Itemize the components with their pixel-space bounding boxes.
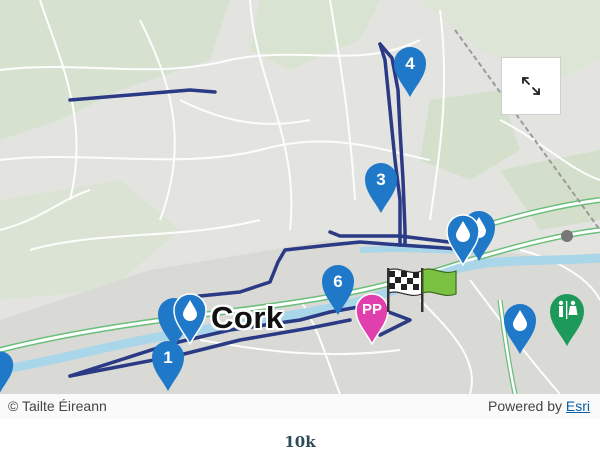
station-dot [561,230,573,242]
marker-label: 3 [376,170,386,189]
water-station-icon [173,293,207,345]
km-marker-3[interactable]: 3 [364,162,398,214]
water-station-icon [446,214,480,266]
km-marker-6[interactable]: 6 [321,264,355,316]
marker-label: 4 [405,54,415,73]
expand-map-button[interactable] [501,57,561,115]
water-station-icon [504,304,536,354]
attribution-bar: © Tailte Éireann Powered by Esri [0,394,600,419]
water-station-marker[interactable] [173,293,207,345]
map-view[interactable]: Cork 4 3 6 1 PP © Tailte Éireann Powered… [0,0,600,419]
green-flag-marker[interactable] [418,266,460,314]
esri-link[interactable]: Esri [566,398,590,414]
green-flag-icon [421,268,457,312]
toilet-icon [550,294,584,346]
expand-arrows-icon [522,77,540,95]
attribution-text: © Tailte Éireann [8,398,107,414]
km-marker-4[interactable]: 4 [393,46,427,98]
marker-label: 1 [163,348,173,367]
water-station-marker[interactable] [503,303,537,355]
water-station-marker[interactable] [0,350,14,394]
water-station-icon [0,351,14,393]
city-label: Cork [211,300,284,335]
powered-by: Powered by Esri [488,398,590,414]
powered-by-prefix: Powered by [488,398,566,414]
water-station-marker[interactable] [446,214,480,266]
marker-label: 6 [333,272,343,291]
route-name-label: 10k [284,433,316,451]
toilet-marker[interactable] [549,293,585,347]
